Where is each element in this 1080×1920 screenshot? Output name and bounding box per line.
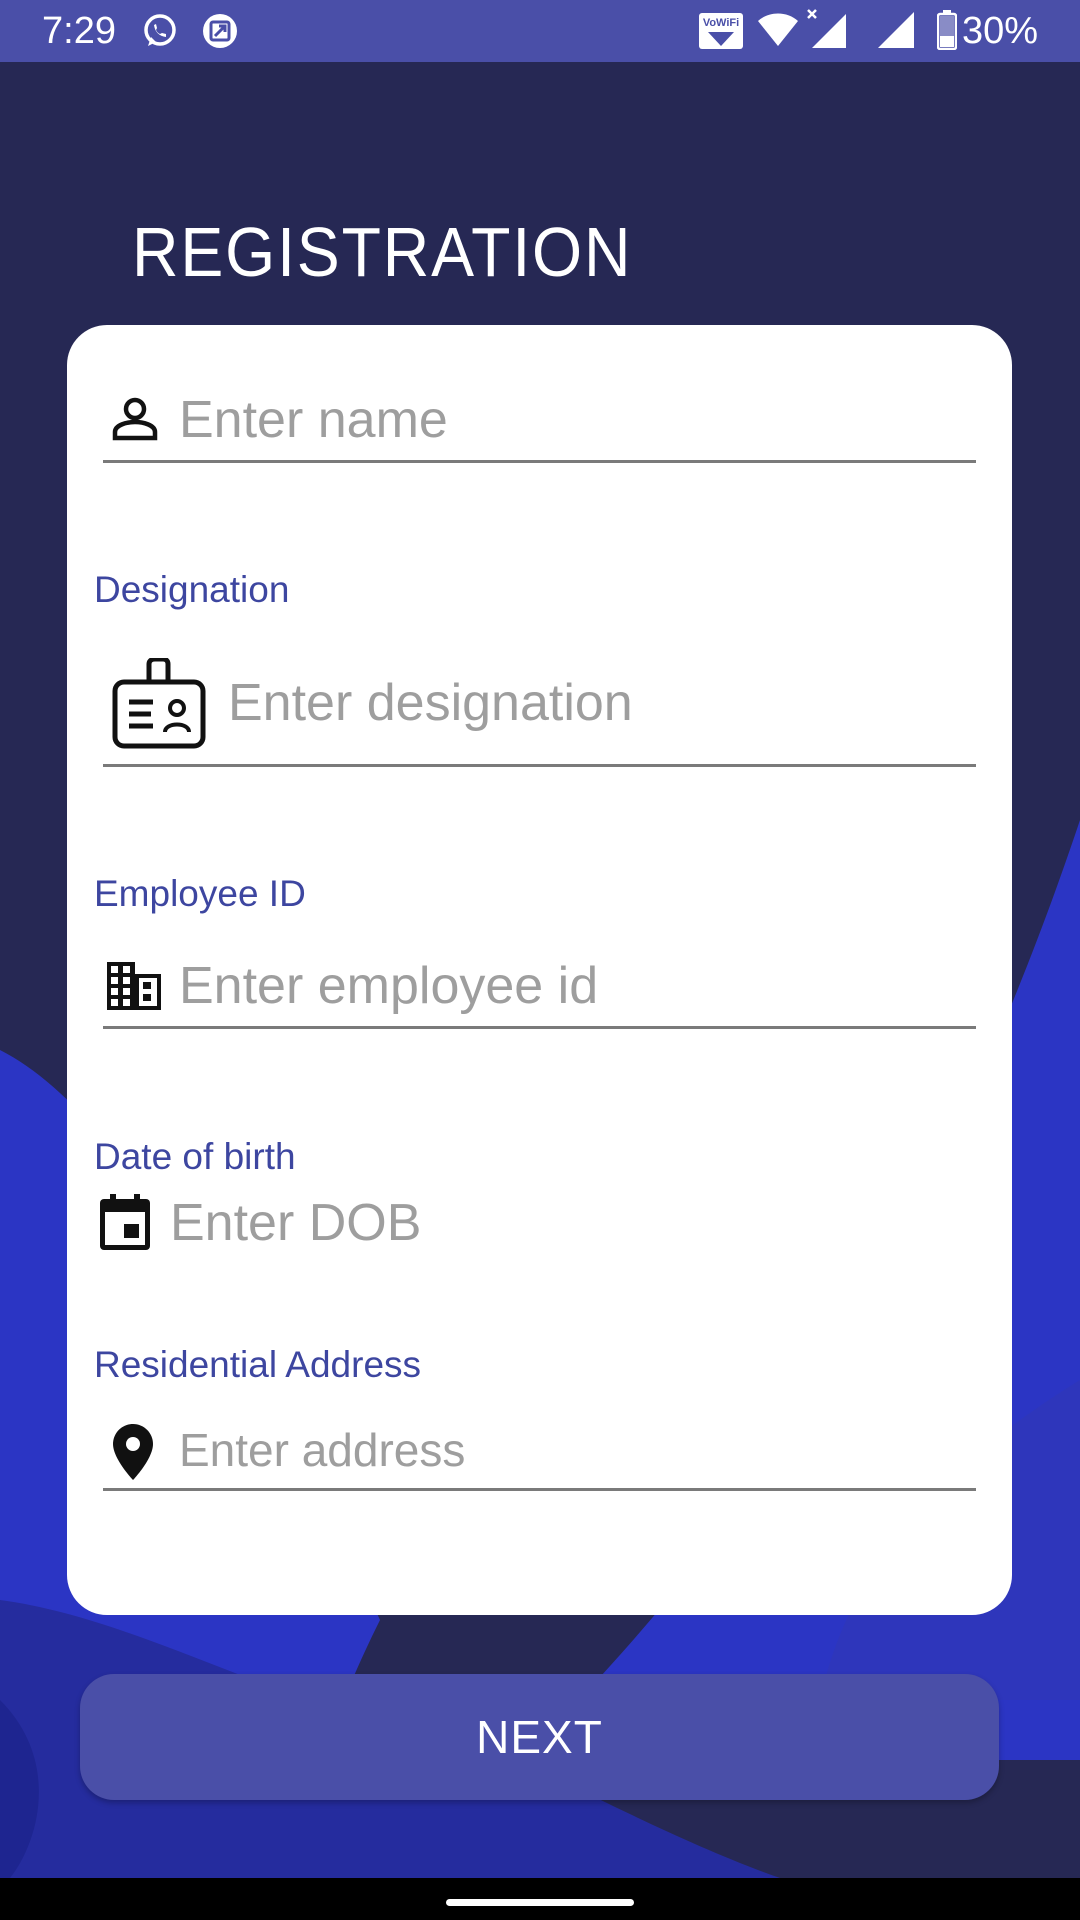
designation-field[interactable] — [103, 652, 976, 767]
battery-icon — [937, 10, 957, 50]
name-input[interactable] — [179, 388, 959, 452]
whatsapp-icon — [144, 14, 176, 46]
employee-id-input[interactable] — [179, 954, 959, 1018]
dob-input[interactable] — [170, 1190, 950, 1256]
building-icon — [107, 962, 161, 1010]
screenshot-app-icon — [203, 14, 237, 48]
dob-label: Date of birth — [94, 1136, 296, 1177]
designation-label: Designation — [94, 569, 290, 610]
svg-text:1: 1 — [728, 37, 734, 48]
name-field[interactable] — [103, 378, 976, 463]
id-badge-icon — [112, 658, 206, 749]
signal-icon — [878, 12, 914, 48]
employee-id-label: Employee ID — [94, 873, 306, 914]
wifi-icon — [758, 13, 798, 46]
calendar-icon — [100, 1194, 150, 1250]
status-time: 7:29 — [42, 10, 116, 52]
location-pin-icon — [113, 1424, 153, 1480]
address-field[interactable] — [103, 1418, 976, 1491]
svg-text:VoWiFi: VoWiFi — [703, 17, 739, 29]
status-bar: 7:29 VoWiFi 1 30% — [0, 0, 1080, 62]
battery-percentage: 30% — [961, 10, 1038, 52]
signal-no-data-icon — [807, 9, 846, 48]
home-gesture-handle[interactable] — [446, 1899, 634, 1906]
page-title: REGISTRATION — [132, 213, 633, 291]
person-icon — [112, 397, 158, 441]
registration-screen: 7:29 VoWiFi 1 30% REGISTRATION Enter nam… — [0, 0, 1080, 1920]
next-button[interactable]: NEXT — [80, 1674, 999, 1800]
address-input[interactable] — [179, 1418, 959, 1482]
employee-id-field[interactable] — [103, 950, 976, 1029]
address-label: Residential Address — [94, 1344, 422, 1385]
dob-field[interactable] — [96, 1190, 969, 1266]
vowifi-icon: VoWiFi 1 — [699, 13, 743, 49]
designation-input[interactable] — [228, 670, 958, 736]
